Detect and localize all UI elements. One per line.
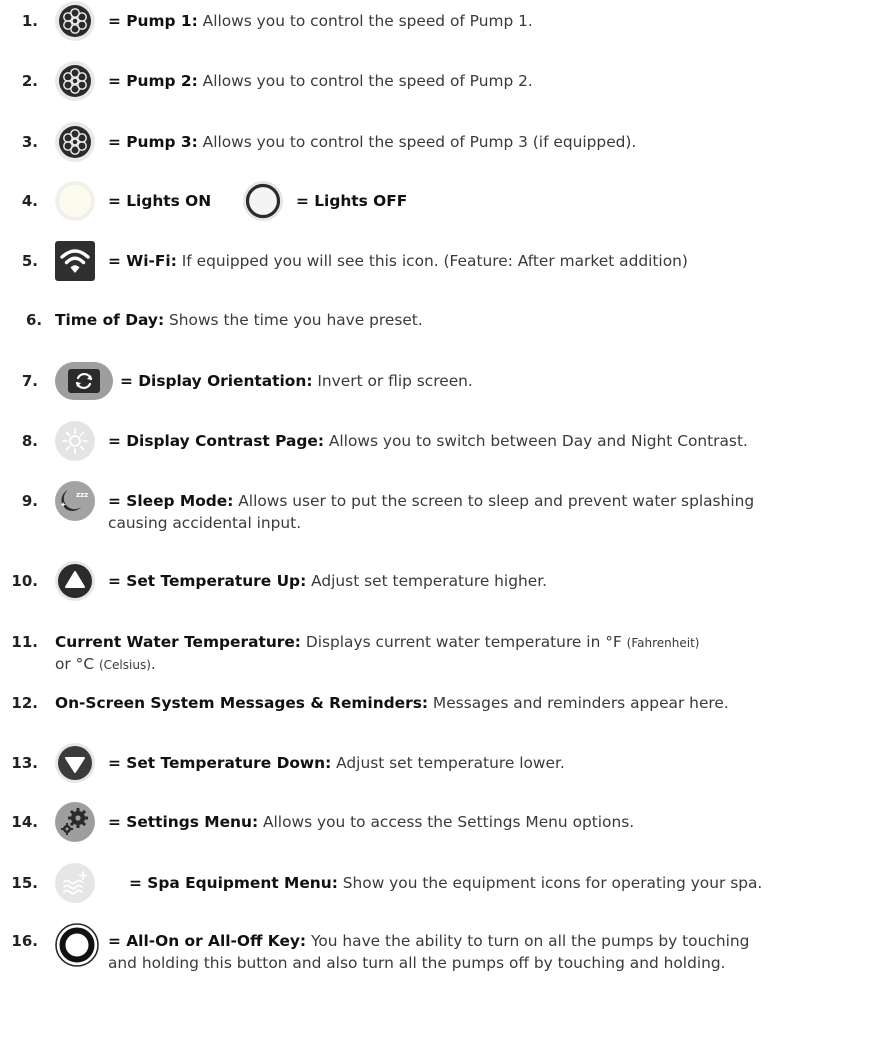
item-label: Set Temperature Up: xyxy=(126,572,307,590)
wifi-icon xyxy=(54,240,96,282)
item-desc-continued: causing accidental input. xyxy=(108,514,302,532)
item-text: = All-On or All-Off Key: You have the ab… xyxy=(108,932,750,950)
item-number: 4. xyxy=(21,192,38,210)
contrast-icon xyxy=(54,420,96,462)
item-label: Pump 2: xyxy=(126,72,198,90)
item-label: All-On or All-Off Key: xyxy=(126,932,307,950)
item-number: 15. xyxy=(11,874,38,892)
pump-icon xyxy=(54,121,96,163)
item-label: Settings Menu: xyxy=(126,813,259,831)
item-label: Sleep Mode: xyxy=(126,492,234,510)
item-number: 3. xyxy=(21,133,38,151)
item-number: 5. xyxy=(21,252,38,270)
temp-down-icon xyxy=(54,742,96,784)
item-desc: Allows user to put the screen to sleep a… xyxy=(233,492,755,510)
item-text: Time of Day: Shows the time you have pre… xyxy=(55,309,423,331)
item-label: Pump 1: xyxy=(126,12,198,30)
item-desc: Displays current water temperature in °F xyxy=(300,633,627,651)
item-label: Display Orientation: xyxy=(138,372,313,390)
item-desc: Allows you to switch between Day and Nig… xyxy=(323,432,748,450)
item-text: = Wi-Fi: If equipped you will see this i… xyxy=(108,252,688,270)
lights-off-label: = Lights OFF xyxy=(296,192,408,210)
item-desc: Messages and reminders appear here. xyxy=(428,694,729,712)
item-text: = Pump 1: Allows you to control the spee… xyxy=(108,12,533,30)
item-desc-continued: or °C (Celsius). xyxy=(55,655,156,673)
item-text: = Sleep Mode: Allows user to put the scr… xyxy=(108,492,755,510)
sleep-mode-icon: zzz xyxy=(54,480,96,522)
all-on-off-icon xyxy=(54,922,99,967)
item-desc: Adjust set temperature higher. xyxy=(306,572,548,590)
item-number: 2. xyxy=(21,72,38,90)
item-desc: Adjust set temperature lower. xyxy=(331,754,565,772)
item-number: 1. xyxy=(21,12,38,30)
svg-text:zzz: zzz xyxy=(76,491,88,499)
item-text: = Spa Equipment Menu: Show you the equip… xyxy=(129,874,763,892)
item-text: On-Screen System Messages & Reminders: M… xyxy=(55,692,729,714)
item-number: 8. xyxy=(21,432,38,450)
item-text: Current Water Temperature: Displays curr… xyxy=(55,633,700,651)
item-number: 16. xyxy=(11,932,38,950)
item-number: 10. xyxy=(11,572,38,590)
lights-on-label: = Lights ON xyxy=(108,192,212,210)
item-desc: Invert or flip screen. xyxy=(312,372,473,390)
item-text: = Set Temperature Down: Adjust set tempe… xyxy=(108,754,565,772)
item-number: 6. xyxy=(26,311,43,329)
item-text: = Pump 2: Allows you to control the spee… xyxy=(108,72,533,90)
light-off-icon xyxy=(242,180,284,222)
item-number: 13. xyxy=(11,754,38,772)
item-text: = Display Contrast Page: Allows you to s… xyxy=(108,432,748,450)
light-on-icon xyxy=(54,180,96,222)
spa-equipment-icon xyxy=(54,862,96,904)
item-desc-continued: and holding this button and also turn al… xyxy=(108,954,726,972)
pump-icon xyxy=(54,0,96,42)
display-orientation-icon xyxy=(54,361,113,401)
item-label: Display Contrast Page: xyxy=(126,432,324,450)
item-text: = Pump 3: Allows you to control the spee… xyxy=(108,133,637,151)
item-number: 9. xyxy=(21,492,38,510)
item-number: 12. xyxy=(11,694,38,712)
item-desc: Allows you to access the Settings Menu o… xyxy=(258,813,635,831)
item-label: Time of Day: xyxy=(55,311,165,329)
item-desc: Allows you to control the speed of Pump … xyxy=(197,72,533,90)
pump-icon xyxy=(54,60,96,102)
temp-up-icon xyxy=(54,560,96,602)
item-desc: Show you the equipment icons for operati… xyxy=(337,874,763,892)
item-text: = Settings Menu: Allows you to access th… xyxy=(108,813,635,831)
item-text: = Set Temperature Up: Adjust set tempera… xyxy=(108,572,548,590)
item-number: 14. xyxy=(11,813,38,831)
item-desc: If equipped you will see this icon. (Fea… xyxy=(176,252,688,270)
item-number: 7. xyxy=(21,372,38,390)
item-label: Pump 3: xyxy=(126,133,198,151)
item-desc: Allows you to control the speed of Pump … xyxy=(197,12,533,30)
gear-icon xyxy=(54,801,96,843)
item-label: Current Water Temperature: xyxy=(55,633,301,651)
item-label: On-Screen System Messages & Reminders: xyxy=(55,694,429,712)
item-desc: You have the ability to turn on all the … xyxy=(306,932,750,950)
item-text: = Display Orientation: Invert or flip sc… xyxy=(120,372,473,390)
item-label: Set Temperature Down: xyxy=(126,754,332,772)
item-desc: Allows you to control the speed of Pump … xyxy=(197,133,637,151)
item-number: 11. xyxy=(11,633,38,651)
item-desc: Shows the time you have preset. xyxy=(164,311,423,329)
item-label: Spa Equipment Menu: xyxy=(147,874,338,892)
item-label: Wi-Fi: xyxy=(126,252,177,270)
